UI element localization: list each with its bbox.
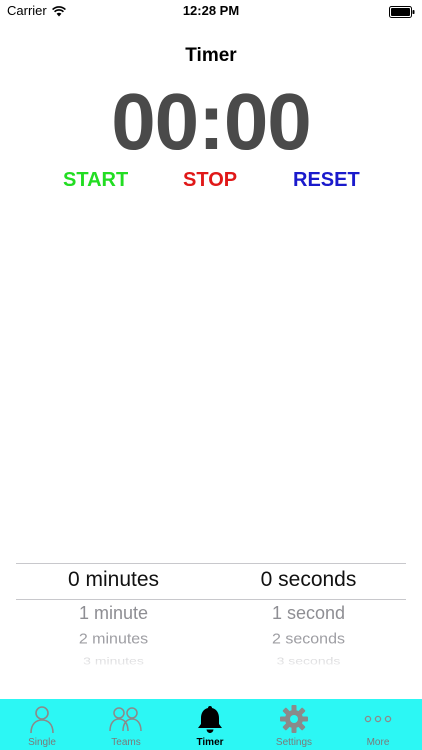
seconds-wheel[interactable]: 0 seconds 1 second 2 seconds 3 seconds — [211, 563, 406, 673]
minutes-option[interactable]: 1 minute — [16, 603, 211, 624]
tab-label: Teams — [111, 737, 141, 748]
minutes-wheel[interactable]: 0 minutes 1 minute 2 minutes 3 minutes — [16, 563, 211, 673]
tab-label: More — [366, 737, 390, 748]
minutes-option[interactable]: 2 minutes — [16, 632, 211, 648]
tab-label: Single — [28, 737, 56, 748]
tab-timer[interactable]: Timer — [168, 699, 252, 750]
tab-bar: Single Teams Timer Settings More — [0, 699, 422, 750]
time-picker[interactable]: 0 minutes 1 minute 2 minutes 3 minutes 0… — [16, 563, 406, 673]
seconds-option[interactable]: 2 seconds — [211, 632, 406, 648]
gear-icon — [280, 705, 308, 733]
tab-label: Settings — [275, 737, 313, 748]
status-bar: Carrier 12:28 PM — [0, 0, 422, 22]
seconds-option[interactable]: 1 second — [211, 603, 406, 624]
stop-button[interactable]: STOP — [183, 167, 237, 193]
battery-icon — [389, 5, 415, 23]
tab-more[interactable]: More — [336, 699, 420, 750]
tab-teams[interactable]: Teams — [84, 699, 168, 750]
tab-settings[interactable]: Settings — [252, 699, 336, 750]
start-button[interactable]: START — [63, 167, 128, 193]
tab-label: Timer — [196, 737, 224, 748]
people-icon — [109, 707, 142, 732]
seconds-option[interactable]: 0 seconds — [211, 568, 406, 592]
seconds-option[interactable]: 3 seconds — [211, 655, 406, 666]
minutes-option[interactable]: 0 minutes — [16, 568, 211, 592]
person-icon — [30, 706, 54, 734]
more-icon — [364, 715, 392, 723]
tab-single[interactable]: Single — [0, 699, 84, 750]
status-time: 12:28 PM — [182, 3, 240, 18]
reset-button[interactable]: RESET — [293, 167, 360, 193]
page-title: Timer — [185, 45, 237, 66]
bell-icon — [198, 706, 222, 733]
timer-display: 00:00 — [111, 77, 312, 166]
minutes-option[interactable]: 3 minutes — [16, 655, 211, 666]
